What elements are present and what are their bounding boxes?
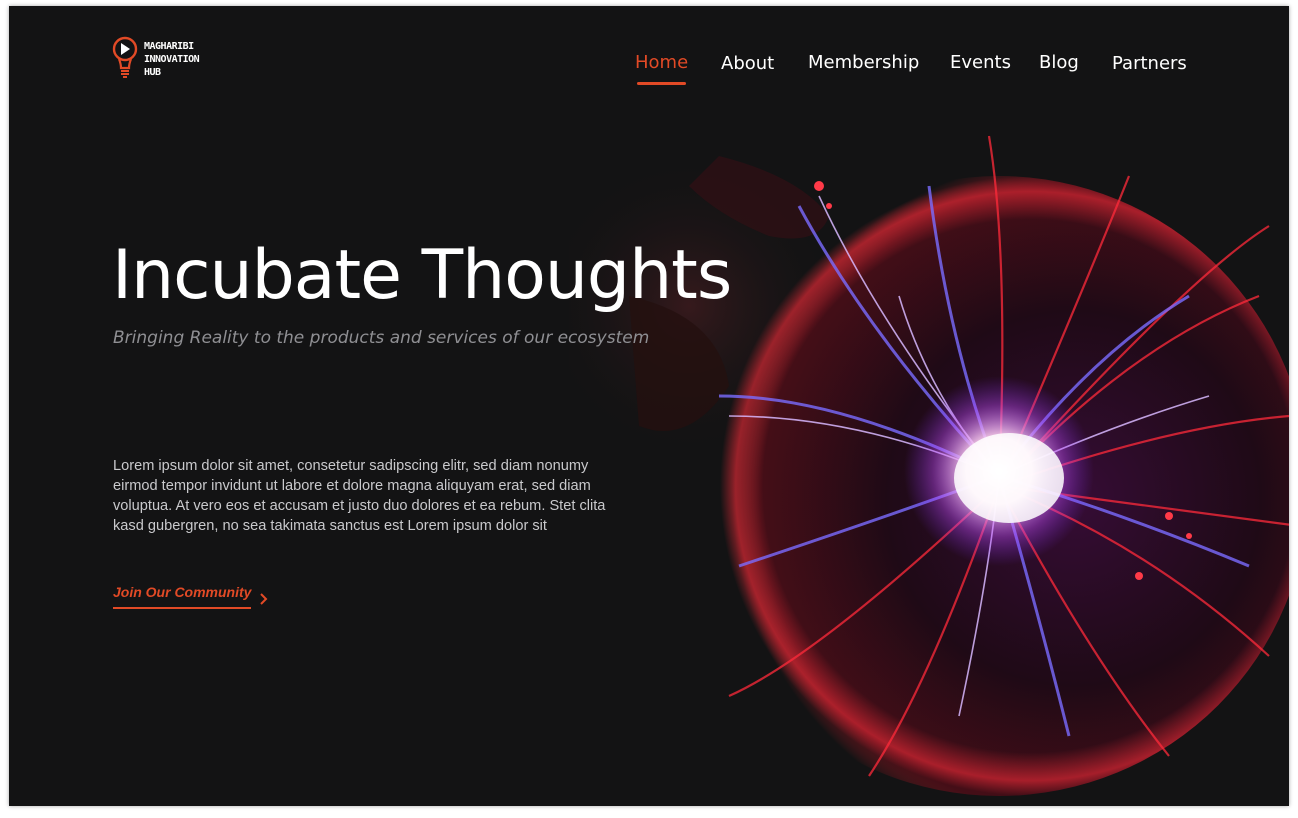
nav-item-membership[interactable]: Membership xyxy=(808,52,919,73)
nav-item-label: About xyxy=(721,53,775,74)
hero-title: Incubate Thoughts xyxy=(112,236,732,315)
nav-item-about[interactable]: About xyxy=(721,53,774,74)
cta-label: Join Our Community xyxy=(113,584,252,609)
nav-active-indicator xyxy=(637,82,687,85)
hero-body-text: Lorem ipsum dolor sit amet, consetetur s… xyxy=(113,458,606,534)
hero-plasma-image xyxy=(569,96,1289,806)
page-frame: MAGHARIBI INNOVATION HUB Home About Memb… xyxy=(9,6,1289,806)
nav-item-home[interactable]: Home xyxy=(635,52,689,85)
chevron-right-icon xyxy=(260,592,268,605)
nav-item-events[interactable]: Events xyxy=(950,52,1011,73)
nav-item-blog[interactable]: Blog xyxy=(1039,52,1079,73)
nav-item-label: Partners xyxy=(1112,53,1187,74)
nav-item-label: Membership xyxy=(808,52,920,73)
hero-subtitle: Bringing Reality to the products and ser… xyxy=(113,328,650,348)
nav-item-label: Home xyxy=(635,52,689,73)
nav-item-label: Blog xyxy=(1039,52,1079,73)
nav-item-partners[interactable]: Partners xyxy=(1112,53,1187,74)
nav-item-label: Events xyxy=(950,52,1011,73)
join-community-link[interactable]: Join Our Community xyxy=(113,584,269,609)
main-nav: Home About Membership Events Blog Partne… xyxy=(9,50,1289,90)
